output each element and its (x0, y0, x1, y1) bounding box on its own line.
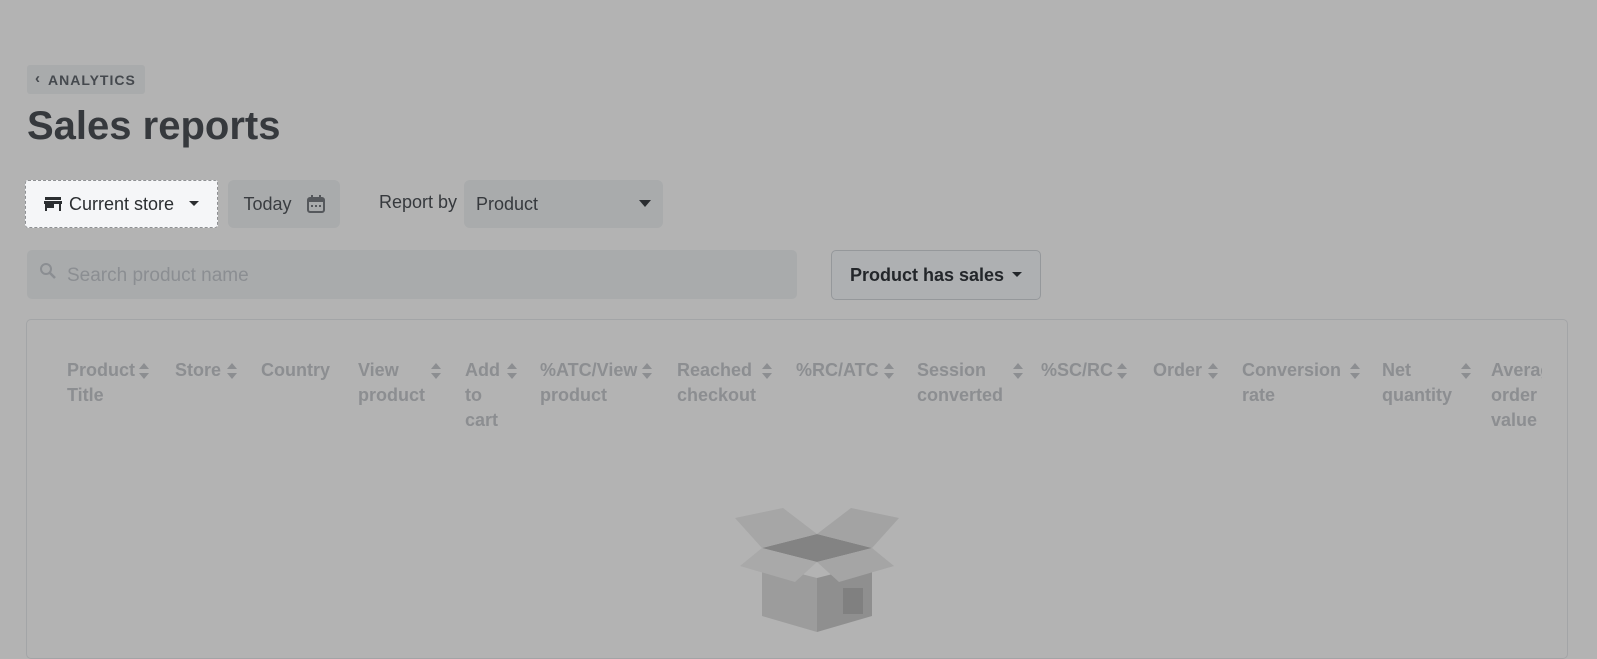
search-icon (39, 262, 57, 280)
sort-icon[interactable] (507, 363, 517, 379)
chevron-left-icon: ‹ (35, 69, 41, 87)
page-title: Sales reports (27, 104, 281, 148)
column-header[interactable]: Conversion rate (1242, 358, 1360, 408)
sort-icon[interactable] (1013, 363, 1023, 379)
product-search-field[interactable] (27, 250, 797, 299)
sort-icon[interactable] (227, 363, 237, 379)
date-picker-button[interactable]: Today (228, 180, 340, 228)
calendar-icon (306, 195, 325, 213)
sales-report-table: Product Title Store Country View product… (26, 319, 1568, 659)
table-header: Product Title Store Country View product… (27, 320, 1542, 460)
column-header[interactable]: Add to cart (465, 358, 517, 433)
column-header[interactable]: %ATC/View product (540, 358, 652, 408)
column-header[interactable]: %SC/RC (1041, 358, 1127, 383)
product-sales-filter-button[interactable]: Product has sales (831, 250, 1041, 300)
store-icon (43, 196, 62, 212)
report-by-value: Product (476, 193, 539, 214)
sort-icon[interactable] (642, 363, 652, 379)
sort-icon[interactable] (1350, 363, 1360, 379)
column-header[interactable]: Store (175, 358, 237, 383)
column-header[interactable]: %RC/ATC (796, 358, 894, 383)
empty-box-icon (735, 508, 899, 632)
back-to-analytics-link[interactable]: ‹ ANALYTICS (27, 65, 145, 94)
column-header[interactable]: View product (358, 358, 441, 408)
sort-icon[interactable] (762, 363, 772, 379)
search-input[interactable] (65, 263, 769, 288)
report-by-label: Report by (379, 192, 458, 212)
column-header[interactable]: Average order value (1491, 358, 1542, 433)
caret-down-icon (639, 199, 651, 207)
sort-icon[interactable] (139, 363, 149, 379)
sort-icon[interactable] (1117, 363, 1127, 379)
back-link-label: ANALYTICS (48, 71, 136, 88)
caret-down-icon (189, 200, 200, 206)
store-selector-label: Current store (68, 193, 175, 214)
sort-icon[interactable] (1208, 363, 1218, 379)
column-header: Country (261, 360, 330, 380)
sort-icon[interactable] (884, 363, 894, 379)
column-header[interactable]: Net quantity (1382, 358, 1471, 408)
caret-down-icon (1012, 271, 1023, 277)
store-selector-button[interactable]: Current store (25, 180, 218, 228)
column-header[interactable]: Order (1153, 358, 1218, 383)
sort-icon[interactable] (1461, 363, 1471, 379)
report-by-select[interactable]: Product (464, 180, 663, 228)
sales-reports-page: ‹ ANALYTICS Sales reports Current store … (0, 0, 1597, 659)
column-header[interactable]: Product Title (67, 358, 149, 408)
sort-icon[interactable] (431, 363, 441, 379)
sales-filter-label: Product has sales (849, 264, 1005, 285)
date-picker-label: Today (243, 193, 292, 214)
column-header[interactable]: Reached checkout (677, 358, 772, 408)
column-header[interactable]: Session converted (917, 358, 1023, 408)
